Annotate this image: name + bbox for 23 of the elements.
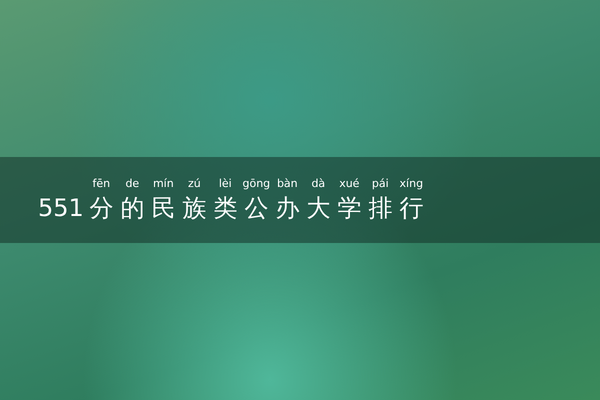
pinyin-text: xíng xyxy=(400,177,424,191)
title-character: 办 xyxy=(275,193,300,223)
pinyin-text: pái xyxy=(372,177,389,191)
pinyin-text: xué xyxy=(339,177,360,191)
pinyin-text: gōng xyxy=(242,177,270,191)
pinyin-text: lèi xyxy=(218,177,232,191)
pinyin-text: bàn xyxy=(276,177,298,191)
title-character: 大 xyxy=(306,193,330,223)
title-character: 的 xyxy=(120,193,144,223)
title-number: 551 xyxy=(38,193,84,223)
pinyin-text: de xyxy=(125,177,140,191)
pinyin-text: mín xyxy=(152,177,174,191)
pinyin-text: fēn xyxy=(92,177,110,191)
pinyin-text: zú xyxy=(188,177,201,191)
title-character: 学 xyxy=(337,193,362,223)
title-character: 公 xyxy=(244,193,268,223)
title-character: 分 xyxy=(89,193,114,223)
title-character: 行 xyxy=(399,193,424,223)
title-character: 民 xyxy=(151,193,176,223)
pinyin-text: dà xyxy=(311,177,326,191)
title-character: 排 xyxy=(368,193,392,223)
title-character: 类 xyxy=(213,193,238,223)
title-character: 族 xyxy=(182,193,206,223)
